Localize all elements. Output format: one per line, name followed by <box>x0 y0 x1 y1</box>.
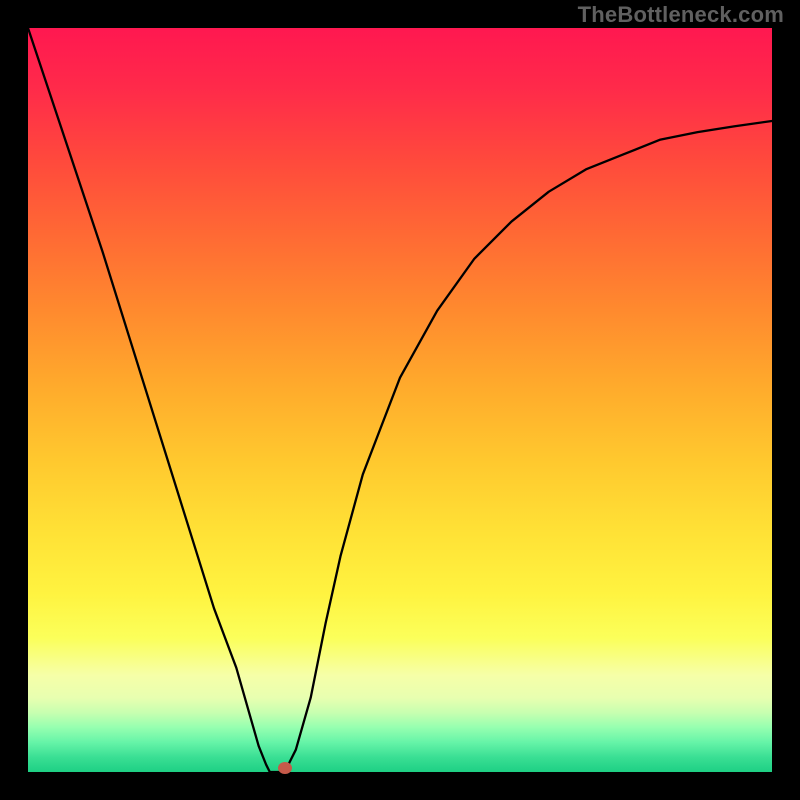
plot-area <box>28 28 772 772</box>
line-series <box>28 28 772 772</box>
bottleneck-curve-path <box>28 28 772 772</box>
chart-frame: TheBottleneck.com <box>0 0 800 800</box>
watermark-text: TheBottleneck.com <box>578 2 784 28</box>
optimum-marker <box>278 762 292 774</box>
